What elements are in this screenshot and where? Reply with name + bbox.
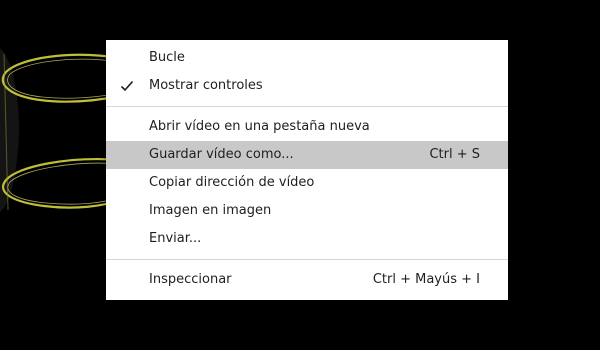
menu-item-inspect[interactable]: Inspeccionar Ctrl + Mayús + I	[106, 266, 508, 294]
menu-item-copy-video-address[interactable]: Copiar dirección de vídeo	[106, 169, 508, 197]
menu-item-label: Abrir vídeo en una pestaña nueva	[149, 119, 370, 134]
video-player[interactable]: Bucle Mostrar controles Abrir vídeo en u…	[0, 0, 600, 350]
menu-item-open-video-new-tab[interactable]: Abrir vídeo en una pestaña nueva	[106, 113, 508, 141]
menu-item-label: Copiar dirección de vídeo	[149, 175, 315, 190]
menu-separator	[106, 259, 508, 260]
menu-item-label: Guardar vídeo como...	[149, 147, 294, 162]
menu-item-label: Bucle	[149, 50, 185, 65]
menu-item-save-video-as[interactable]: Guardar vídeo como... Ctrl + S	[106, 141, 508, 169]
menu-item-label: Inspeccionar	[149, 272, 232, 287]
menu-item-show-controls[interactable]: Mostrar controles	[106, 72, 508, 100]
menu-item-loop[interactable]: Bucle	[106, 44, 508, 72]
checkmark-icon	[119, 72, 135, 100]
menu-item-label: Enviar...	[149, 231, 202, 246]
menu-item-cast[interactable]: Enviar...	[106, 225, 508, 253]
context-menu: Bucle Mostrar controles Abrir vídeo en u…	[106, 40, 508, 300]
menu-item-shortcut: Ctrl + S	[429, 147, 480, 162]
menu-item-label: Imagen en imagen	[149, 203, 272, 218]
menu-separator	[106, 106, 508, 107]
menu-item-label: Mostrar controles	[149, 78, 263, 93]
menu-item-picture-in-picture[interactable]: Imagen en imagen	[106, 197, 508, 225]
menu-item-shortcut: Ctrl + Mayús + I	[372, 272, 480, 287]
